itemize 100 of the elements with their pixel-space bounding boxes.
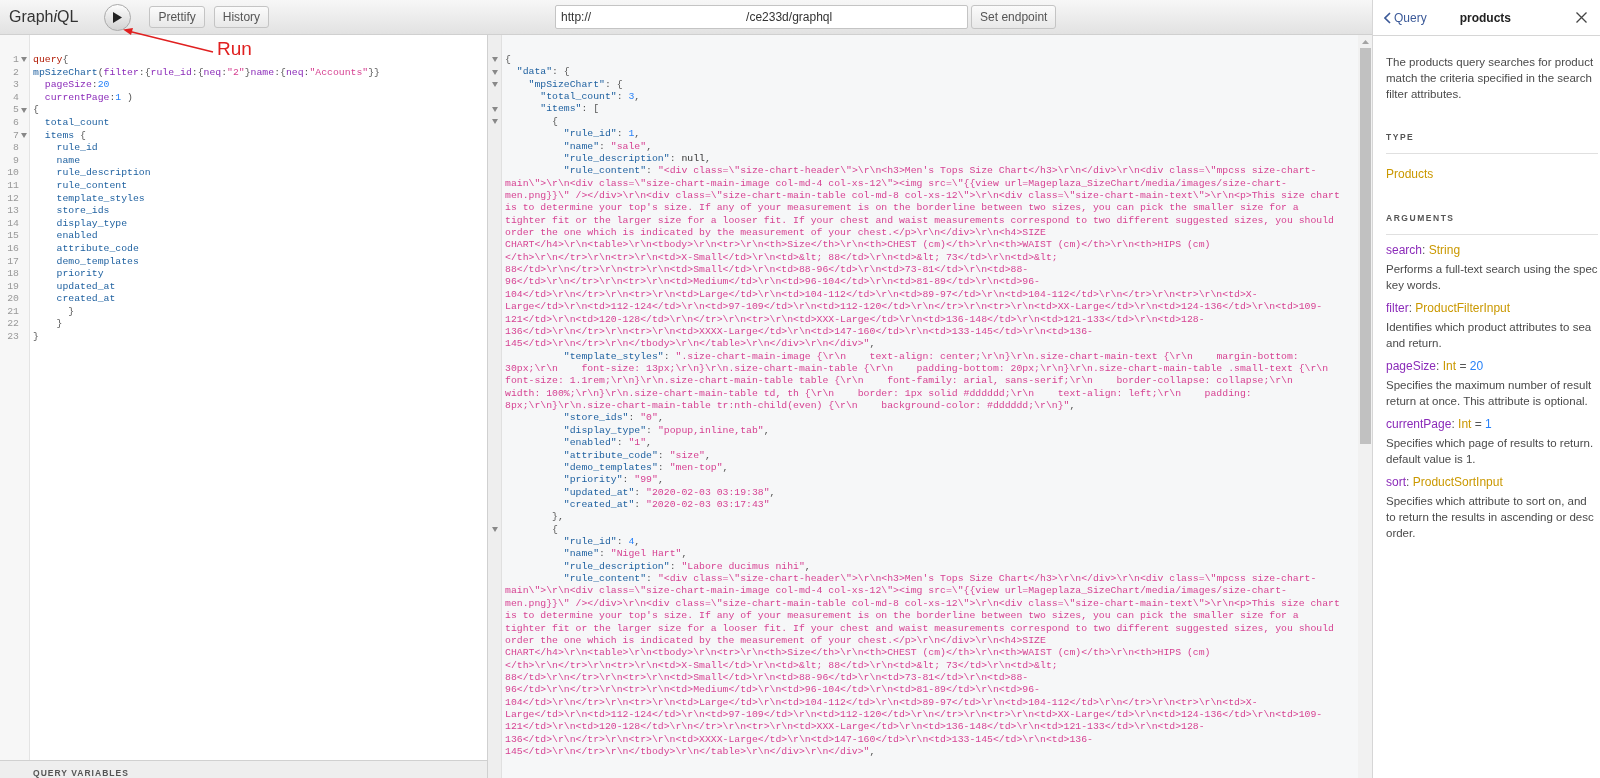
code-line: Large</td>\r\n<td>112-124</td>\r\n<td>97-109</td>\r\n<td>112-120</td>\r\n</tr>\r\n<tr>\r\n<td>XX-Large</td>\r\n<td>124-136</td>\r\n<td>109-: [505, 709, 1323, 722]
code-line: CHART</h4>\r\n<table>\r\n<tbody>\r\n<tr>\r\n<th>Size</th>\r\n<th>CHEST (cm)</th>\r\n<th>WAIST (cm)</th>\r\n<th>HIPS (cm): [505, 647, 1211, 660]
code-line: name: [55, 154, 81, 168]
line-number: 17: [7, 255, 19, 269]
code-line: 96</td>\r\n</tr>\r\n<tr>\r\n<td>Medium</td>\r\n<td>96-104</td>\r\n<td>81-89</td>\r\n<td>96-: [505, 684, 1040, 697]
code-line: "display_type": "popup,inline,tab",: [562, 424, 770, 438]
code-line: query{: [33, 54, 69, 67]
code-line: font-size: 1.1rem;\r\n}\r\n.size-chart-main-table table {\r\n font-family: arial, sans-serif;\r\n border-collapse: collapse;\r\n: [505, 375, 1293, 388]
code-line: men.png}}\" /></div>\r\n<div class=\"size-chart-main-table col-md-8 col-xs-12\">\r\n<div class=\"size-chart-main-text\">\r\n<p>This size chart: [505, 189, 1340, 203]
code-line: }: [55, 318, 63, 332]
code-line: currentPage:1 ): [43, 91, 133, 105]
url-field[interactable]: http:// /ce233d/graphql: [555, 5, 969, 29]
code-line: {: [551, 523, 558, 536]
code-line: Large</td>\r\n<td>112-124</td>\r\n<td>97-109</td>\r\n<td>112-120</td>\r\n</tr>\r\n<tr>\r\n<td>XX-Large</td>\r\n<td>124-136</td>\r\n<td>109-: [505, 301, 1323, 314]
line-number: 20: [7, 293, 19, 306]
code-line: 104</td>\r\n</tr>\r\n<tr>\r\n<td>Large</td>\r\n<td>104-112</td>\r\n<td>89-97</td>\r\n<td>104-112</td>\r\n</tr>\r\n<tr>\r\n<td>X-: [505, 696, 1258, 710]
code-line: 104</td>\r\n</tr>\r\n<tr>\r\n<td>Large</td>\r\n<td>104-112</td>\r\n<td>89-97</td>\r\n<td>104-112</td>\r\n</tr>\r\n<tr>\r\n<td>X-: [505, 288, 1258, 302]
argument-signature: currentPage: Int = 1: [1386, 416, 1492, 432]
code-line: priority: [55, 268, 104, 281]
code-line: 96</td>\r\n</tr>\r\n<tr>\r\n<td>Medium</td>\r\n<td>96-104</td>\r\n<td>81-89</td>\r\n<td>96-: [505, 276, 1040, 289]
app-title: GraphiQL: [9, 7, 79, 27]
prettify-button[interactable]: Prettify: [149, 6, 205, 28]
line-number: 22: [7, 318, 19, 332]
code-line: "template_styles": ".size-chart-main-image {\r\n text-align: center;\r\n}\r\n.size-chart-main-text {\r\n margin-bottom:: [562, 350, 1299, 363]
line-number: 18: [7, 268, 19, 281]
code-line: "rule_description": null,: [562, 152, 711, 166]
code-line: 88</td>\r\n</tr>\r\n<tr>\r\n<td>Small</td>\r\n<td>88-96</td>\r\n<td>73-81</td>\r\n<td>88-: [505, 671, 1029, 685]
code-line: tighter fit or the larger size for a looser fit. If your chest and waist measurements correspond to two different suggested sizes, you should: [505, 214, 1334, 228]
code-line: 136</td>\r\n</tr>\r\n<tr>\r\n<td>XXXX-Large</td>\r\n<td>147-160</td>\r\n<td>133-145</td>\r\n<td>136-: [505, 733, 1093, 747]
line-number: 19: [7, 280, 19, 294]
code-line: </th>\r\n</tr>\r\n<tr>\r\n<td>X-Small</td>\r\n<td>&lt; 88</td>\r\n<td>&lt; 73</td>\r\n<td>&lt;: [505, 251, 1058, 265]
code-line: store_ids: [55, 205, 110, 218]
code-line: pageSize:20: [43, 79, 110, 92]
code-line: 145</td>\r\n</tr>\r\n</tbody>\r\n</table>\r\n</div>\r\n</div>",: [505, 338, 876, 351]
code-line: "rule_description": "Labore ducimus nihi",: [562, 560, 811, 574]
code-line: mpSizeChart(filter:{rule_id:{neq:"2"}name:{neq:"Accounts"}}: [33, 66, 380, 80]
line-number: 21: [7, 305, 19, 319]
argument-signature: filter: ProductFilterInput: [1386, 300, 1511, 316]
line-number: 13: [7, 205, 19, 218]
code-line: tighter fit or the larger size for a looser fit. If your chest and waist measurements correspond to two different suggested sizes, you should: [505, 622, 1334, 635]
line-number: 12: [7, 192, 19, 206]
code-line: },: [551, 511, 564, 524]
code-line: "mpSizeChart": {: [527, 78, 623, 92]
line-number: 8: [13, 142, 19, 155]
argument-description: Specifies which page of results to return. default value is 1.: [1386, 435, 1595, 467]
code-line: "store_ids": "0",: [562, 412, 664, 425]
code-line: "rule_content": "<div class=\"size-chart-header\">\r\n<h3>Men's Tops Size Chart</h3>\r\n</div>\r\n<div class=\"mpcss size-chart-: [562, 165, 1317, 178]
line-number: 23: [7, 331, 19, 344]
argument-description: Identifies which product attributes to sea and return.: [1386, 319, 1593, 351]
line-number: 6: [13, 116, 19, 130]
code-line: "name": "Nigel Hart",: [562, 548, 688, 561]
code-line: "attribute_code": "size",: [562, 449, 711, 462]
code-line: created_at: [55, 293, 116, 306]
code-line: width: 100%;\r\n}\r\n.size-chart-main-table td, th {\r\n border: 1px solid #dddddd;\r\n text-align: left;\r\n padding:: [505, 387, 1252, 401]
annotation-label: Run: [217, 38, 252, 60]
docs-title: products: [1459, 9, 1512, 27]
line-number: 16: [7, 242, 19, 256]
code-line: total_count: [43, 116, 110, 130]
argument-description: Specifies which attribute to sort on, and to return the results in ascending or desc order.: [1386, 493, 1595, 541]
code-line: "priority": "99",: [562, 474, 664, 487]
code-line: rule_id: [55, 142, 98, 155]
line-number: 7: [13, 129, 19, 143]
set-endpoint-button[interactable]: Set endpoint: [971, 5, 1057, 29]
code-line: {: [551, 115, 558, 129]
line-number: 1: [13, 54, 19, 67]
code-line: rule_description: [55, 167, 151, 180]
section-title: TYPE: [1386, 131, 1416, 144]
argument-signature: pageSize: Int = 20: [1386, 358, 1484, 374]
code-line: rule_content: [55, 179, 128, 193]
code-line: "rule_id": 4,: [562, 536, 641, 549]
code-line: is to determine your top's size. If any of your measurement is on the borderline between two sizes, you can pick the smaller size for a: [505, 202, 1299, 215]
code-line: "data": {: [515, 66, 570, 79]
line-number: 3: [13, 79, 19, 92]
code-line: order the one which is indicated by the measurement of your chest.</p>\r\n</div>\r\n<h4>SIZE: [505, 227, 1046, 240]
code-line: updated_at: [55, 280, 116, 294]
code-line: enabled: [55, 230, 98, 243]
code-line: "demo_templates": "men-top",: [562, 461, 729, 475]
line-number: 4: [13, 91, 19, 105]
code-line: 8px;\r\n}\r\n.size-chart-main-table tr:nth-child(even) {\r\n background-color: #dddddd;\r\n}",: [505, 400, 1076, 413]
code-line: CHART</h4>\r\n<table>\r\n<tbody>\r\n<tr>\r\n<th>Size</th>\r\n<th>CHEST (cm)</th>\r\n<th>WAIST (cm)</th>\r\n<th>HIPS (cm): [505, 239, 1211, 252]
code-line: "items": [: [539, 103, 600, 116]
code-line: {: [33, 104, 39, 117]
line-number: 11: [7, 179, 19, 193]
code-line: "updated_at": "2020-02-03 03:19:38",: [562, 486, 776, 499]
query-variables-bar[interactable]: QUERY VARIABLES: [0, 760, 487, 778]
line-number: 5: [13, 104, 19, 117]
code-line: "name": "sale",: [562, 140, 652, 153]
history-button[interactable]: History: [213, 6, 270, 28]
code-line: 145</td>\r\n</tr>\r\n</tbody>\r\n</table>\r\n</div>\r\n</div>",: [505, 746, 876, 759]
line-number: 9: [13, 154, 19, 168]
code-line: template_styles: [55, 192, 145, 206]
code-line: "enabled": "1",: [562, 437, 652, 450]
code-line: 121</td>\r\n<td>120-128</td>\r\n</tr>\r\n<tr>\r\n<td>XXX-Large</td>\r\n<td>136-148</td>\r\n<td>121-133</td>\r\n<td>128-: [505, 721, 1205, 734]
line-number: 14: [7, 217, 19, 231]
back-link[interactable]: Query: [1384, 8, 1427, 27]
code-line: is to determine your top's size. If any of your measurement is on the borderline between two sizes, you can pick the smaller size for a: [505, 610, 1299, 623]
code-line: main\">\r\n<div class=\"size-chart-main-image col-md-4 col-xs-12\"><img src=\"{{view url=Mageplaza_SizeChart/media/images/size-chart-: [505, 585, 1287, 598]
code-line: main\">\r\n<div class=\"size-chart-main-image col-md-4 col-xs-12\"><img src=\"{{view url=Mageplaza_SizeChart/media/images/size-chart-: [505, 177, 1287, 190]
argument-description: Performs a full-text search using the spec key words.: [1386, 261, 1598, 293]
code-line: "total_count": 3,: [539, 91, 641, 104]
